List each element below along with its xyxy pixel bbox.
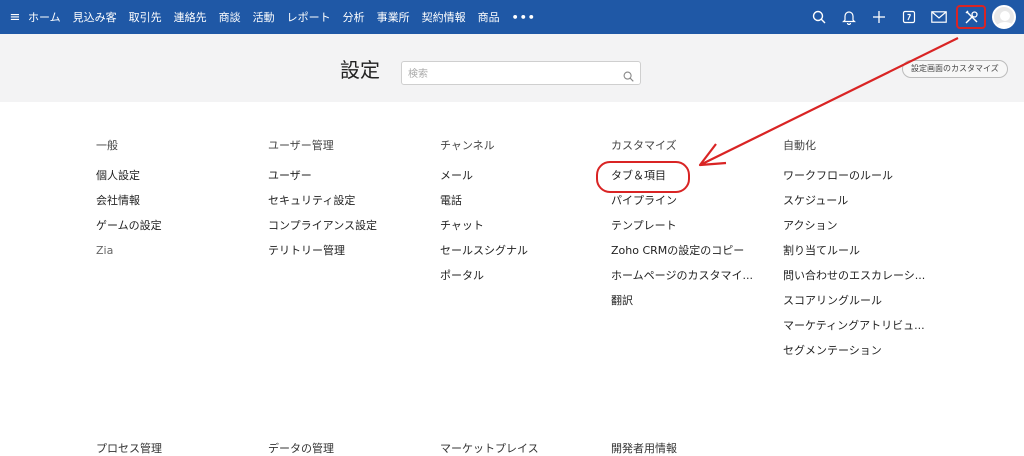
nav-reports[interactable]: レポート bbox=[287, 9, 331, 25]
heading-developer-space: 開発者用情報 bbox=[611, 442, 677, 455]
nav-deals[interactable]: 商談 bbox=[219, 9, 241, 25]
link-telephony[interactable]: 電話 bbox=[440, 194, 605, 219]
column-channels: チャンネル メール 電話 チャット セールスシグナル ポータル bbox=[440, 137, 605, 294]
link-company-details[interactable]: 会社情報 bbox=[96, 194, 261, 219]
link-schedules[interactable]: スケジュール bbox=[783, 194, 948, 219]
link-compliance-settings[interactable]: コンプライアンス設定 bbox=[268, 219, 433, 244]
nav-home[interactable]: ホーム bbox=[28, 9, 61, 25]
hamburger-menu-icon[interactable]: ≡ bbox=[4, 10, 26, 25]
nav-more-icon[interactable]: ••• bbox=[512, 11, 536, 24]
heading-process-management: プロセス管理 bbox=[96, 442, 162, 455]
link-salessignals[interactable]: セールスシグナル bbox=[440, 244, 605, 269]
setup-header: 設定 設定画面のカスタマイズ bbox=[0, 34, 1024, 102]
nav-accounts[interactable]: 取引先 bbox=[129, 9, 162, 25]
mail-icon[interactable] bbox=[924, 0, 954, 34]
link-zia[interactable]: Zia bbox=[96, 244, 261, 269]
link-scoring-rules[interactable]: スコアリングルール bbox=[783, 294, 948, 319]
link-pipelines[interactable]: パイプライン bbox=[611, 194, 776, 219]
column-heading: チャンネル bbox=[440, 139, 495, 152]
search-icon[interactable] bbox=[804, 0, 834, 34]
nav-contracts[interactable]: 契約情報 bbox=[422, 9, 466, 25]
column-heading: カスタマイズ bbox=[611, 139, 677, 152]
nav-analytics[interactable]: 分析 bbox=[343, 9, 365, 25]
link-users[interactable]: ユーザー bbox=[268, 169, 433, 194]
link-copy-customization[interactable]: Zoho CRMの設定のコピー bbox=[611, 244, 776, 269]
link-assignment-rules[interactable]: 割り当てルール bbox=[783, 244, 948, 269]
nav-leads[interactable]: 見込み客 bbox=[73, 9, 117, 25]
link-case-escalation[interactable]: 問い合わせのエスカレーシ... bbox=[783, 269, 948, 294]
setup-icon[interactable] bbox=[956, 5, 986, 29]
link-personal-settings[interactable]: 個人設定 bbox=[96, 169, 261, 194]
column-heading: 自動化 bbox=[783, 139, 816, 152]
link-territory-management[interactable]: テリトリー管理 bbox=[268, 244, 433, 269]
link-portals[interactable]: ポータル bbox=[440, 269, 605, 294]
nav-products[interactable]: 商品 bbox=[478, 9, 500, 25]
link-templates[interactable]: テンプレート bbox=[611, 219, 776, 244]
annotation-oval bbox=[596, 161, 690, 193]
top-icons bbox=[804, 0, 1024, 34]
page-title: 設定 bbox=[340, 58, 380, 82]
calendar-icon[interactable] bbox=[894, 0, 924, 34]
column-automation: 自動化 ワークフローのルール スケジュール アクション 割り当てルール 問い合わ… bbox=[783, 137, 948, 369]
link-gamescope[interactable]: ゲームの設定 bbox=[96, 219, 261, 244]
nav-activities[interactable]: 活動 bbox=[253, 9, 275, 25]
link-workflow-rules[interactable]: ワークフローのルール bbox=[783, 169, 948, 194]
link-chat[interactable]: チャット bbox=[440, 219, 605, 244]
plus-icon[interactable] bbox=[864, 0, 894, 34]
link-actions[interactable]: アクション bbox=[783, 219, 948, 244]
search-icon[interactable] bbox=[623, 67, 634, 86]
link-marketing-attribution[interactable]: マーケティングアトリビュ... bbox=[783, 319, 948, 344]
column-heading: 一般 bbox=[96, 139, 118, 152]
avatar[interactable] bbox=[992, 5, 1016, 29]
link-email[interactable]: メール bbox=[440, 169, 605, 194]
heading-marketplace: マーケットプレイス bbox=[440, 442, 539, 455]
main-nav: ホーム 見込み客 取引先 連絡先 商談 活動 レポート 分析 事業所 契約情報 … bbox=[28, 9, 536, 25]
nav-offices[interactable]: 事業所 bbox=[377, 9, 410, 25]
column-users-control: ユーザー管理 ユーザー セキュリティ設定 コンプライアンス設定 テリトリー管理 bbox=[268, 137, 433, 269]
search-input[interactable] bbox=[408, 63, 618, 86]
link-segmentation[interactable]: セグメンテーション bbox=[783, 344, 948, 369]
bell-icon[interactable] bbox=[834, 0, 864, 34]
link-customize-home-page[interactable]: ホームページのカスタマイ... bbox=[611, 269, 776, 294]
column-general: 一般 個人設定 会社情報 ゲームの設定 Zia bbox=[96, 137, 261, 269]
link-translations[interactable]: 翻訳 bbox=[611, 294, 776, 319]
link-security-control[interactable]: セキュリティ設定 bbox=[268, 194, 433, 219]
heading-data-administration: データの管理 bbox=[268, 442, 334, 455]
top-navigation-bar: ≡ ホーム 見込み客 取引先 連絡先 商談 活動 レポート 分析 事業所 契約情… bbox=[0, 0, 1024, 34]
column-heading: ユーザー管理 bbox=[268, 139, 334, 152]
customize-setup-button[interactable]: 設定画面のカスタマイズ bbox=[902, 60, 1008, 78]
setup-search-box bbox=[401, 61, 641, 86]
nav-contacts[interactable]: 連絡先 bbox=[174, 9, 207, 25]
